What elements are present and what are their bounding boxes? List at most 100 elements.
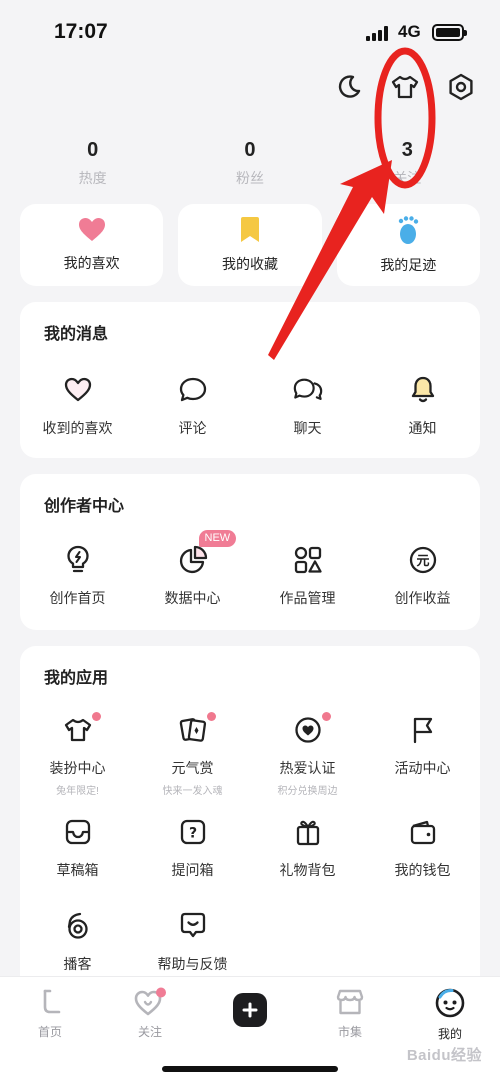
battery-icon: [432, 24, 467, 41]
chat-item[interactable]: 聊天: [250, 374, 365, 438]
my-footprints-card[interactable]: 我的足迹: [336, 204, 480, 286]
item-label: 评论: [178, 420, 207, 436]
stat-value: 0: [244, 139, 256, 161]
messages-section: 我的消息 收到的喜欢 评论 聊天 通知: [20, 302, 480, 458]
stat-label: 热度: [78, 170, 107, 186]
item-label: 通知: [408, 420, 437, 436]
quick-card-label: 我的足迹: [380, 257, 437, 273]
creator-grid: 创作首页 NEW 数据中心 作品管理 元 创作收益: [20, 530, 480, 608]
tab-follow[interactable]: 关注: [100, 987, 200, 1040]
item-label: 收到的喜欢: [42, 420, 113, 436]
tab-market[interactable]: 市集: [300, 987, 400, 1040]
notification-dot: [206, 712, 216, 721]
moon-icon[interactable]: [334, 72, 364, 102]
stat-heat[interactable]: 0 热度: [14, 136, 171, 188]
received-likes-item[interactable]: 收到的喜欢: [20, 374, 135, 438]
quick-card-label: 我的收藏: [221, 256, 278, 272]
flag-icon: [407, 714, 439, 746]
creator-home-item[interactable]: 创作首页: [20, 544, 135, 608]
creator-earnings-item[interactable]: 元 创作收益: [365, 544, 480, 608]
profile-face-icon: [435, 988, 465, 1018]
messages-grid: 收到的喜欢 评论 聊天 通知: [20, 374, 480, 438]
network-label: 4G: [398, 22, 421, 41]
data-center-item[interactable]: NEW 数据中心: [135, 530, 250, 608]
settings-icon[interactable]: [446, 72, 476, 102]
item-label: 播客: [63, 956, 92, 972]
love-certification-item[interactable]: 热爱认证 积分兑换周边: [250, 712, 365, 816]
stat-following[interactable]: 3 关注: [329, 136, 486, 188]
bell-icon: [407, 374, 439, 406]
question-box-icon: ?: [177, 816, 209, 848]
tab-label: 关注: [137, 1025, 162, 1039]
top-toolbar: [334, 72, 476, 102]
store-icon: [336, 989, 364, 1015]
gift-icon: [292, 816, 324, 848]
item-label: 数据中心: [164, 590, 221, 606]
section-title: 我的消息: [44, 326, 109, 343]
tshirt-icon[interactable]: [390, 72, 420, 102]
bookmark-icon: [240, 217, 259, 242]
heart-icon: [78, 218, 105, 241]
stat-label: 关注: [393, 170, 422, 186]
svg-text:?: ?: [188, 826, 196, 842]
status-time: 17:07: [54, 20, 108, 43]
dress-up-center-item[interactable]: 装扮中心 兔年限定!: [20, 712, 135, 816]
gift-bag-item[interactable]: 礼物背包: [250, 816, 365, 908]
comment-icon: [177, 374, 209, 406]
question-box-item[interactable]: ? 提问箱: [135, 816, 250, 908]
item-label: 装扮中心: [49, 760, 106, 776]
notification-dot: [91, 712, 101, 721]
inbox-icon: [62, 816, 94, 848]
item-label: 活动中心: [394, 760, 451, 776]
new-badge: NEW: [198, 530, 237, 547]
quick-card-label: 我的喜欢: [63, 255, 120, 271]
stat-label: 粉丝: [235, 170, 264, 186]
footprint-icon: [399, 216, 419, 244]
tab-label: 我的: [437, 1027, 462, 1041]
signal-icon: [366, 26, 388, 41]
stat-fans[interactable]: 0 粉丝: [171, 136, 328, 188]
home-icon: [43, 989, 61, 1014]
tab-me[interactable]: 我的: [400, 987, 500, 1042]
profile-stats: 0 热度 0 粉丝 3 关注: [14, 136, 486, 188]
plus-icon: [233, 993, 267, 1027]
item-label: 草稿箱: [56, 862, 99, 878]
item-sublabel: 快来一发入魂: [162, 786, 223, 797]
item-label: 我的钱包: [394, 862, 451, 878]
yuanqi-reward-item[interactable]: 元气赏 快来一发入魂: [135, 712, 250, 816]
activity-center-item[interactable]: 活动中心: [365, 714, 480, 816]
my-favorites-card[interactable]: 我的收藏: [178, 204, 322, 286]
notifications-item[interactable]: 通知: [365, 374, 480, 438]
wallet-item[interactable]: 我的钱包: [365, 816, 480, 908]
tshirt-icon: [62, 712, 101, 746]
yuan-coin-icon: 元: [407, 544, 439, 576]
works-management-item[interactable]: 作品管理: [250, 544, 365, 608]
item-label: 作品管理: [279, 590, 336, 606]
shapes-icon: [292, 544, 324, 576]
section-title: 我的应用: [44, 670, 109, 687]
drafts-item[interactable]: 草稿箱: [20, 816, 135, 908]
tab-label: 市集: [337, 1025, 362, 1039]
item-sublabel: 兔年限定!: [56, 786, 99, 797]
apps-grid: 装扮中心 兔年限定! 元气赏 快来一发入魂 热爱认证 积分兑换周边 活动中心 草…: [20, 712, 480, 1002]
item-label: 元气赏: [171, 760, 214, 776]
creator-section: 创作者中心 创作首页 NEW 数据中心 作品管理 元 创作收益: [20, 474, 480, 630]
notification-dot: [321, 712, 331, 721]
podcast-icon: [62, 910, 94, 942]
item-label: 创作收益: [394, 590, 451, 606]
item-sublabel: 积分兑换周边: [277, 786, 338, 797]
item-label: 提问箱: [171, 862, 214, 878]
follow-heart-icon: [134, 987, 166, 1016]
heart-outline-icon: [62, 374, 94, 406]
comments-item[interactable]: 评论: [135, 374, 250, 438]
help-chat-icon: [177, 910, 209, 942]
stat-value: 0: [87, 139, 99, 161]
my-likes-card[interactable]: 我的喜欢: [20, 204, 164, 286]
item-label: 聊天: [293, 420, 322, 436]
watermark-logo: Baidu经验: [406, 1047, 482, 1064]
stat-value: 3: [401, 139, 413, 161]
tab-home[interactable]: 首页: [0, 987, 100, 1040]
section-title: 创作者中心: [44, 498, 125, 515]
status-bar: 17:07 4G: [0, 0, 500, 62]
tab-create[interactable]: [200, 993, 300, 1027]
